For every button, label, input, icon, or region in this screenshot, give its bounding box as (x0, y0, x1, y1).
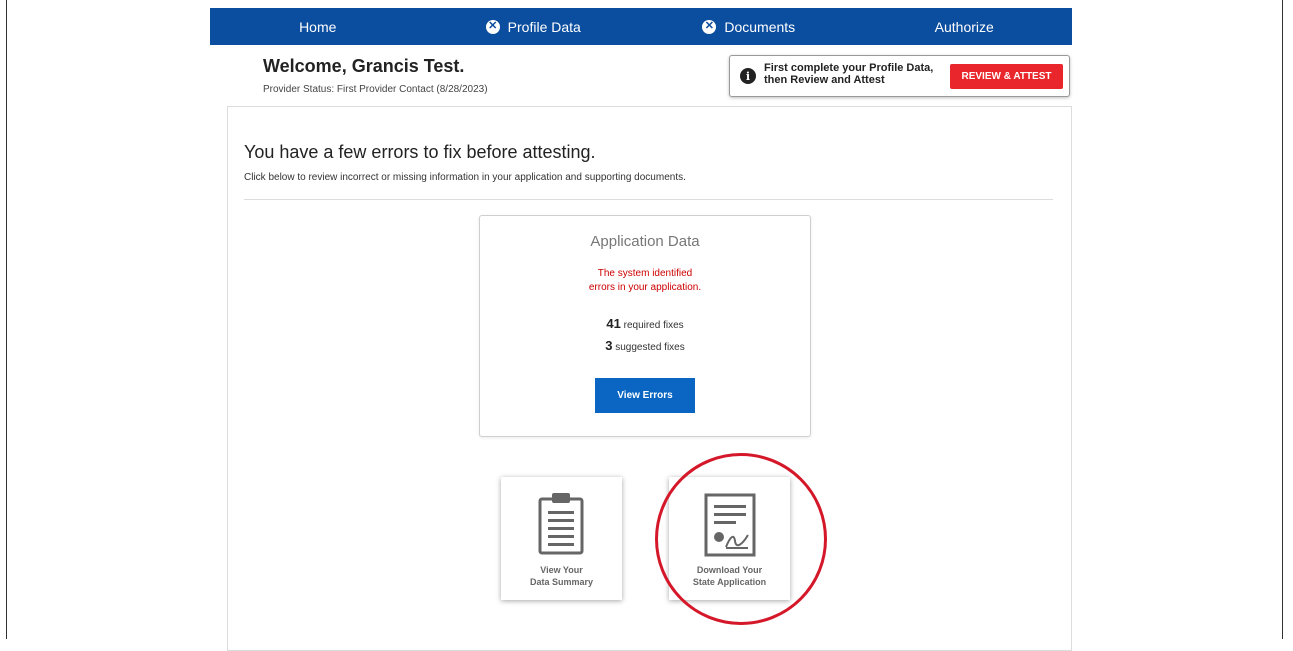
card-error-message: The system identified errors in your app… (480, 267, 810, 295)
required-fixes-label: required fixes (623, 320, 684, 331)
view-data-summary-tile[interactable]: View Your Data Summary (501, 477, 622, 600)
tile-label-line2: Data Summary (529, 577, 594, 587)
errors-heading: You have a few errors to fix before atte… (244, 142, 596, 162)
top-navigation: Home ✕ Profile Data ✕ Documents Authoriz… (210, 8, 1072, 45)
attest-notice: i First complete your Profile Data, then… (729, 55, 1070, 97)
welcome-title: Welcome, Grancis Test. (263, 56, 465, 76)
errors-subtext: Click below to review incorrect or missi… (244, 172, 686, 183)
attest-notice-line2: then Review and Attest (764, 74, 885, 86)
certificate-document-icon (704, 493, 756, 557)
card-error-line1: The system identified (597, 268, 693, 279)
tile-label-line1: View Your (540, 565, 583, 575)
review-attest-button[interactable]: REVIEW & ATTEST (950, 64, 1063, 89)
info-icon: i (740, 68, 756, 84)
suggested-fixes-label: suggested fixes (615, 342, 685, 353)
left-border-line (6, 0, 7, 639)
clipboard-icon (538, 493, 584, 555)
nav-home[interactable]: Home (210, 19, 426, 35)
provider-status: Provider Status: First Provider Contact … (263, 84, 488, 95)
nav-authorize[interactable]: Authorize (857, 19, 1073, 35)
suggested-fixes-count: 3 (605, 338, 613, 353)
required-fixes: 41 required fixes (480, 316, 810, 331)
view-data-summary-label: View Your Data Summary (501, 564, 622, 588)
attest-notice-text: First complete your Profile Data, then R… (764, 62, 933, 86)
error-x-icon: ✕ (485, 19, 500, 34)
nav-profile-data[interactable]: ✕ Profile Data (426, 19, 642, 35)
required-fixes-count: 41 (606, 316, 621, 331)
right-border-line (1282, 0, 1283, 639)
tile-label-line1: Download Your (696, 565, 763, 575)
error-x-icon: ✕ (702, 19, 717, 34)
card-error-line2: errors in your application. (588, 282, 702, 293)
application-data-card: Application Data The system identified e… (479, 215, 811, 437)
download-state-application-label: Download Your State Application (669, 564, 790, 588)
nav-home-label: Home (299, 18, 337, 35)
card-title: Application Data (590, 233, 700, 250)
view-errors-button[interactable]: View Errors (595, 378, 695, 413)
divider (244, 199, 1053, 200)
nav-authorize-label: Authorize (934, 18, 994, 35)
download-state-application-tile[interactable]: Download Your State Application (669, 477, 790, 600)
nav-documents-label: Documents (724, 18, 796, 35)
attest-notice-line1: First complete your Profile Data, (764, 62, 934, 74)
tile-label-line2: State Application (692, 577, 767, 587)
suggested-fixes: 3 suggested fixes (480, 338, 810, 353)
nav-documents[interactable]: ✕ Documents (641, 19, 857, 35)
nav-profile-data-label: Profile Data (507, 18, 581, 35)
